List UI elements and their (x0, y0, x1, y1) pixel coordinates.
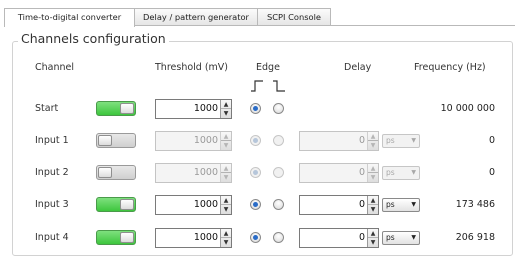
falling-edge-radio[interactable] (273, 167, 284, 178)
delay-spinbox[interactable]: 0 ▲ ▼ (299, 131, 379, 151)
header-delay: Delay (344, 62, 372, 73)
spin-buttons: ▲ ▼ (220, 164, 231, 182)
spin-down-icon[interactable]: ▼ (221, 173, 231, 182)
channel-enable-toggle[interactable] (96, 197, 136, 212)
delay-spinbox[interactable]: 0 ▲ ▼ (299, 228, 379, 248)
frequency-value: 173 486 (455, 199, 495, 210)
spin-buttons: ▲ ▼ (220, 229, 231, 247)
delay-unit-select[interactable]: ps ▼ (382, 231, 420, 245)
toggle-knob (98, 135, 112, 146)
chevron-down-icon: ▼ (411, 169, 416, 176)
rising-edge-radio[interactable] (250, 167, 261, 178)
group-title: Channels configuration (18, 31, 169, 46)
tab-scpi-console[interactable]: SCPI Console (257, 8, 331, 25)
spin-down-icon[interactable]: ▼ (368, 238, 378, 247)
threshold-spinbox[interactable]: 1000 ▲ ▼ (155, 163, 232, 183)
frequency-value: 0 (488, 135, 495, 146)
threshold-spinbox[interactable]: 1000 ▲ ▼ (155, 99, 232, 119)
spin-up-icon[interactable]: ▲ (368, 229, 378, 238)
tab-delay-pattern-generator[interactable]: Delay / pattern generator (134, 8, 258, 25)
spin-up-icon[interactable]: ▲ (221, 196, 231, 205)
spin-up-icon[interactable]: ▲ (368, 164, 378, 173)
delay-unit-value: ps (386, 136, 395, 145)
falling-edge-radio[interactable] (273, 232, 284, 243)
rising-edge-radio[interactable] (250, 103, 261, 114)
header-edge: Edge (256, 62, 280, 73)
header-threshold: Threshold (mV) (155, 62, 229, 73)
channel-enable-toggle[interactable] (96, 101, 136, 116)
spin-buttons: ▲ ▼ (367, 196, 378, 214)
rising-edge-radio[interactable] (250, 135, 261, 146)
channel-label: Input 2 (35, 167, 69, 178)
spin-down-icon[interactable]: ▼ (221, 205, 231, 214)
falling-edge-radio[interactable] (273, 199, 284, 210)
chevron-down-icon: ▼ (411, 137, 416, 144)
spin-buttons: ▲ ▼ (220, 100, 231, 118)
spin-buttons: ▲ ▼ (367, 132, 378, 150)
channel-enable-toggle[interactable] (96, 165, 136, 180)
delay-unit-select[interactable]: ps ▼ (382, 166, 420, 180)
channel-enable-toggle[interactable] (96, 230, 136, 245)
delay-unit-value: ps (386, 200, 395, 209)
delay-value[interactable]: 0 (359, 196, 365, 214)
threshold-value[interactable]: 1000 (194, 164, 218, 182)
channel-label: Input 3 (35, 199, 69, 210)
header-frequency: Frequency (Hz) (414, 62, 486, 73)
spin-up-icon[interactable]: ▲ (221, 229, 231, 238)
delay-unit-select[interactable]: ps ▼ (382, 198, 420, 212)
spin-buttons: ▲ ▼ (367, 229, 378, 247)
spin-up-icon[interactable]: ▲ (221, 164, 231, 173)
spin-down-icon[interactable]: ▼ (221, 238, 231, 247)
toggle-knob (120, 232, 134, 243)
falling-edge-radio[interactable] (273, 103, 284, 114)
spin-up-icon[interactable]: ▲ (221, 100, 231, 109)
falling-edge-icon (273, 80, 285, 92)
delay-spinbox[interactable]: 0 ▲ ▼ (299, 163, 379, 183)
delay-value[interactable]: 0 (359, 229, 365, 247)
rising-edge-icon (251, 80, 263, 92)
delay-spinbox[interactable]: 0 ▲ ▼ (299, 195, 379, 215)
spin-up-icon[interactable]: ▲ (368, 132, 378, 141)
delay-value[interactable]: 0 (359, 132, 365, 150)
toggle-knob (98, 167, 112, 178)
frequency-value: 10 000 000 (440, 103, 495, 114)
spin-buttons: ▲ ▼ (220, 132, 231, 150)
threshold-value[interactable]: 1000 (194, 132, 218, 150)
chevron-down-icon: ▼ (411, 234, 416, 241)
spin-down-icon[interactable]: ▼ (368, 173, 378, 182)
falling-edge-radio[interactable] (273, 135, 284, 146)
spin-down-icon[interactable]: ▼ (368, 141, 378, 150)
toggle-knob (120, 103, 134, 114)
delay-unit-value: ps (386, 233, 395, 242)
threshold-value[interactable]: 1000 (194, 229, 218, 247)
rising-edge-radio[interactable] (250, 232, 261, 243)
spin-buttons: ▲ ▼ (367, 164, 378, 182)
frequency-value: 206 918 (455, 232, 495, 243)
threshold-value[interactable]: 1000 (194, 196, 218, 214)
channel-label: Start (35, 103, 59, 114)
spin-down-icon[interactable]: ▼ (221, 109, 231, 118)
tab-time-to-digital-converter[interactable]: Time-to-digital converter (4, 8, 135, 27)
spin-up-icon[interactable]: ▲ (368, 196, 378, 205)
delay-unit-select[interactable]: ps ▼ (382, 134, 420, 148)
delay-unit-value: ps (386, 168, 395, 177)
spin-buttons: ▲ ▼ (220, 196, 231, 214)
threshold-value[interactable]: 1000 (194, 100, 218, 118)
threshold-spinbox[interactable]: 1000 ▲ ▼ (155, 131, 232, 151)
header-channel: Channel (35, 62, 75, 73)
spin-up-icon[interactable]: ▲ (221, 132, 231, 141)
chevron-down-icon: ▼ (411, 201, 416, 208)
rising-edge-radio[interactable] (250, 199, 261, 210)
spin-down-icon[interactable]: ▼ (368, 205, 378, 214)
delay-value[interactable]: 0 (359, 164, 365, 182)
toggle-knob (120, 199, 134, 210)
frequency-value: 0 (488, 167, 495, 178)
threshold-spinbox[interactable]: 1000 ▲ ▼ (155, 195, 232, 215)
channel-label: Input 1 (35, 135, 69, 146)
spin-down-icon[interactable]: ▼ (221, 141, 231, 150)
channel-enable-toggle[interactable] (96, 133, 136, 148)
channel-label: Input 4 (35, 232, 69, 243)
threshold-spinbox[interactable]: 1000 ▲ ▼ (155, 228, 232, 248)
channels-configuration-group (12, 41, 513, 256)
